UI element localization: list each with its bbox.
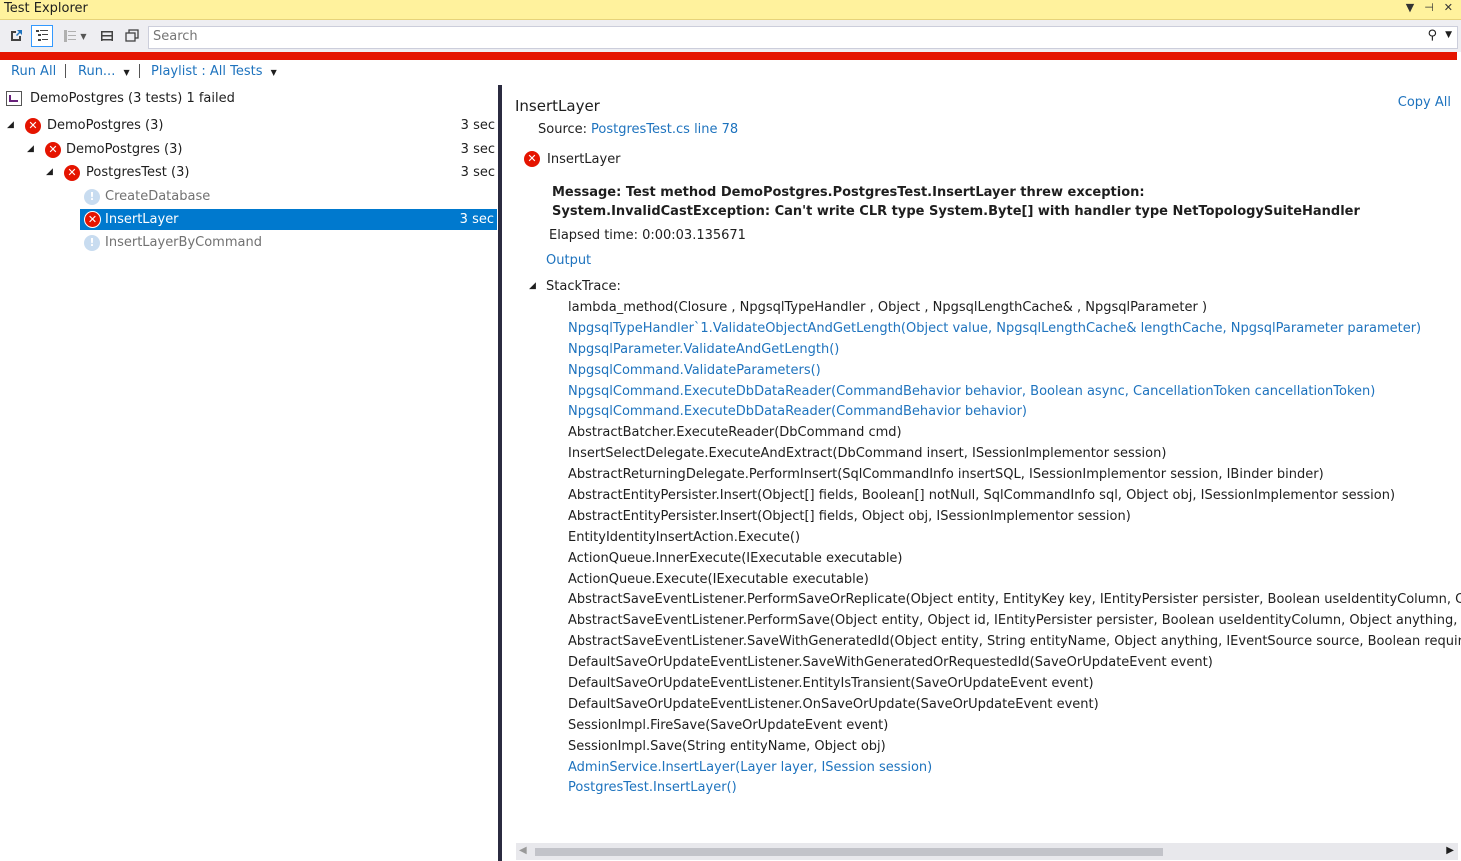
stack-frame[interactable]: PostgresTest.InsertLayer() [568, 778, 1461, 799]
tree-node-label: InsertLayerByCommand [105, 235, 262, 250]
run-label: Run... [78, 64, 116, 79]
search-icon[interactable]: ⚲ [1427, 28, 1437, 43]
stack-frame: AbstractBatcher.ExecuteReader(DbCommand … [568, 425, 902, 441]
tree-node-duration: 3 sec [460, 165, 495, 180]
stacktrace-label: StackTrace: [546, 279, 621, 294]
tree-node[interactable]: ◢ ✕ DemoPostgres (3) 3 sec [0, 139, 498, 160]
command-bar: Run All Run... ▼ Playlist : All Tests ▼ [0, 62, 600, 82]
stack-frame[interactable]: NpgsqlCommand.ValidateParameters() [568, 361, 1461, 382]
stack-frame[interactable]: NpgsqlCommand.ExecuteDbDataReader(Comman… [568, 402, 1461, 423]
separator [65, 64, 66, 78]
failed-icon: ✕ [84, 211, 101, 228]
output-link[interactable]: Output [546, 253, 591, 268]
expand-triangle-icon[interactable]: ◢ [7, 115, 14, 136]
tree-node-duration: 3 sec [460, 118, 495, 133]
stack-frame: DefaultSaveOrUpdateEventListener.EntityI… [568, 676, 1094, 692]
run-menu[interactable]: Run... ▼ [78, 64, 130, 79]
message-line: System.InvalidCastException: Can't write… [552, 204, 1360, 219]
failed-icon: ✕ [25, 118, 41, 134]
elapsed-time: Elapsed time: 0:00:03.135671 [549, 228, 746, 243]
tree-node[interactable]: ! CreateDatabase [0, 186, 498, 207]
playlist-label: Playlist : All Tests [151, 64, 263, 79]
stack-frame: AbstractEntityPersister.Insert(Object[] … [568, 488, 1396, 504]
tree-summary[interactable]: DemoPostgres (3 tests) 1 failed [0, 88, 498, 109]
scroll-right-icon[interactable]: ▶ [1446, 845, 1454, 856]
tree-node[interactable]: ◢ ✕ PostgresTest (3) 3 sec [0, 162, 498, 183]
status-bar-failed [0, 52, 1457, 60]
stack-frame[interactable]: AdminService.InsertLayer(Layer layer, IS… [568, 758, 1461, 779]
tree-node-label: InsertLayer [105, 212, 179, 227]
failed-icon: ✕ [524, 151, 540, 167]
hierarchy-view-icon[interactable] [31, 25, 53, 47]
playlist-menu[interactable]: Playlist : All Tests ▼ [151, 64, 277, 79]
stack-frame: InsertSelectDelegate.ExecuteAndExtract(D… [568, 446, 1167, 462]
chevron-down-icon: ▼ [270, 68, 277, 77]
title-bar: Test Explorer ▼ ⊣ ✕ [0, 0, 1461, 20]
collapse-triangle-icon[interactable]: ◢ [529, 281, 536, 291]
link-icon[interactable] [5, 25, 27, 47]
chevron-down-icon: ▼ [123, 68, 130, 77]
source-link[interactable]: PostgresTest.cs line 78 [591, 122, 738, 137]
not-run-icon: ! [84, 235, 100, 251]
detail-title: InsertLayer [515, 97, 600, 115]
stack-frame: AbstractSaveEventListener.PerformSaveOrR… [568, 592, 1461, 608]
test-name: InsertLayer [547, 152, 621, 167]
stack-frame: SessionImpl.FireSave(SaveOrUpdateEvent e… [568, 717, 889, 733]
stack-frame: AbstractReturningDelegate.PerformInsert(… [568, 467, 1324, 483]
tree-node-selected[interactable]: ✕ InsertLayer 3 sec [80, 209, 497, 230]
search-dropdown-icon[interactable]: ▼ [1445, 30, 1452, 40]
not-run-icon: ! [84, 189, 100, 205]
tree-node-label: PostgresTest (3) [86, 165, 190, 180]
failed-icon: ✕ [64, 165, 80, 181]
tree-node-label: CreateDatabase [105, 189, 211, 204]
test-tree-pane: DemoPostgres (3 tests) 1 failed ◢ ✕ Demo… [0, 85, 498, 861]
stacktrace-list: lambda_method(Closure , NpgsqlTypeHandle… [568, 298, 1461, 799]
window-title: Test Explorer [4, 1, 88, 16]
tree-summary-label: DemoPostgres (3 tests) 1 failed [30, 91, 235, 106]
copy-all-link[interactable]: Copy All [1398, 95, 1451, 110]
stack-frame[interactable]: NpgsqlTypeHandler`1.ValidateObjectAndGet… [568, 319, 1461, 340]
stack-frame: EntityIdentityInsertAction.Execute() [568, 529, 801, 545]
scrollbar-thumb[interactable] [535, 848, 1163, 856]
project-icon [6, 91, 22, 106]
tree-node-label: DemoPostgres (3) [66, 142, 183, 157]
stack-frame: ActionQueue.Execute(IExecutable executab… [568, 571, 869, 587]
message-line: Message: Test method DemoPostgres.Postgr… [552, 185, 1145, 200]
search-input[interactable] [149, 27, 1413, 46]
dropdown-icon[interactable]: ▼ [1406, 1, 1414, 14]
horizontal-scrollbar[interactable]: ◀ ▶ [516, 843, 1458, 860]
stack-frame: DefaultSaveOrUpdateEventListener.OnSaveO… [568, 696, 1099, 712]
tree-node[interactable]: ◢ ✕ DemoPostgres (3) 3 sec [0, 115, 498, 136]
search-box[interactable]: ⚲ ▼ [148, 26, 1458, 49]
columns-icon[interactable] [96, 25, 118, 47]
failed-icon: ✕ [45, 142, 61, 158]
chevron-down-icon: ▼ [80, 31, 87, 41]
close-icon[interactable]: ✕ [1444, 1, 1453, 14]
stack-frame: AbstractSaveEventListener.PerformSave(Ob… [568, 613, 1461, 629]
tree-node-duration: 3 sec [460, 142, 495, 157]
error-message: Message: Test method DemoPostgres.Postgr… [552, 183, 1360, 221]
stack-frame: SessionImpl.Save(String entityName, Obje… [568, 738, 886, 754]
stack-frame: AbstractSaveEventListener.SaveWithGenera… [568, 634, 1461, 650]
source-label: Source: [538, 122, 588, 137]
stack-frame[interactable]: NpgsqlCommand.ExecuteDbDataReader(Comman… [568, 382, 1461, 403]
window-controls: ▼ ⊣ ✕ [1406, 1, 1453, 14]
expand-triangle-icon[interactable]: ◢ [46, 162, 53, 183]
stack-frame: lambda_method(Closure , NpgsqlTypeHandle… [568, 300, 1208, 315]
scroll-left-icon[interactable]: ◀ [519, 845, 527, 856]
expand-triangle-icon[interactable]: ◢ [27, 139, 34, 160]
separator [139, 64, 140, 78]
run-all-link[interactable]: Run All [11, 64, 56, 79]
test-detail-pane: InsertLayer Copy All Source: PostgresTes… [502, 85, 1461, 861]
copy-icon[interactable] [121, 25, 143, 47]
stack-frame: ActionQueue.InnerExecute(IExecutable exe… [568, 550, 903, 566]
stack-frame[interactable]: NpgsqlParameter.ValidateAndGetLength() [568, 340, 1461, 361]
group-by-icon[interactable]: ▼ [58, 25, 92, 47]
stack-frame: DefaultSaveOrUpdateEventListener.SaveWit… [568, 655, 1213, 671]
tree-node-label: DemoPostgres (3) [47, 118, 164, 133]
tree-node[interactable]: ! InsertLayerByCommand [0, 232, 498, 253]
tree-node-duration: 3 sec [459, 212, 494, 227]
stack-frame: AbstractEntityPersister.Insert(Object[] … [568, 508, 1131, 524]
pin-icon[interactable]: ⊣ [1424, 1, 1434, 14]
